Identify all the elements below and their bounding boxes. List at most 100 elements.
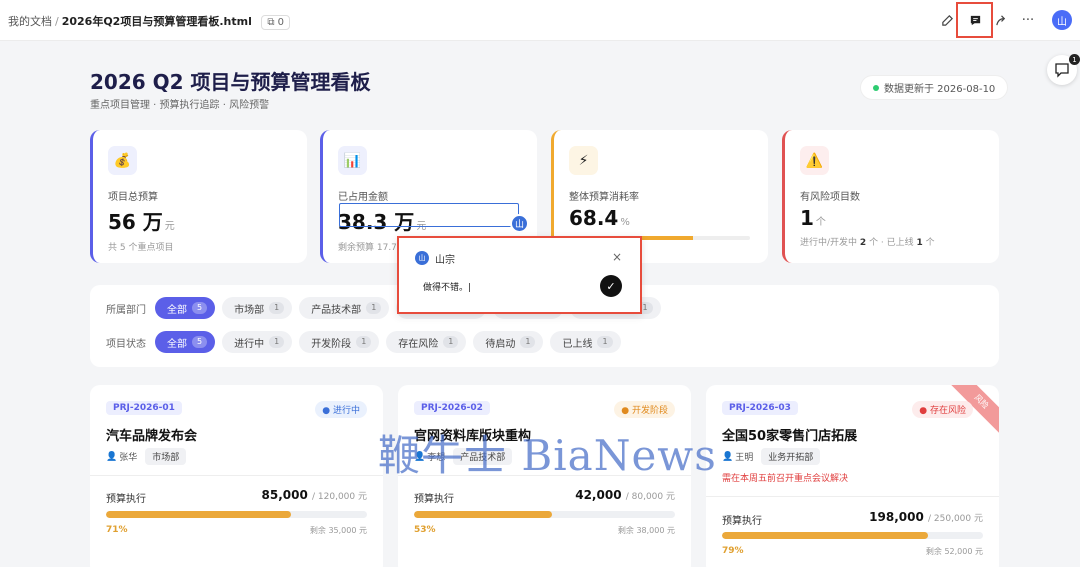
comment-count-badge: 1 xyxy=(1069,54,1080,65)
kpi-label: 有风险项目数 xyxy=(800,192,860,203)
chip-label: 市场部 xyxy=(234,304,265,316)
owner-name: 王明 xyxy=(735,453,754,463)
money-bag-icon: 💰 xyxy=(108,146,137,175)
kpi-label: 整体预算消耗率 xyxy=(569,192,639,203)
comment-selection-highlight[interactable] xyxy=(339,203,519,227)
status-filter-row: 项目状态 全部 5 进行中 1 开发阶段 1 存在风险 1 待启动 1 已上线 1 xyxy=(106,331,628,353)
budget-value: 42,000 / 80,000 元 xyxy=(575,488,675,502)
chip-count: 1 xyxy=(366,302,382,314)
project-name: 全国50家零售门店拓展 xyxy=(722,429,858,444)
budget-value: 198,000 / 250,000 元 xyxy=(869,510,983,524)
page-subtitle: 重点项目管理 · 预算执行追踪 · 风险预警 xyxy=(90,100,270,111)
budget-remaining: 剩余 35,000 元 xyxy=(309,526,367,535)
kpi-value: 56 万元 xyxy=(108,206,307,235)
budget-value: 85,000 / 120,000 元 xyxy=(262,488,368,502)
top-bar: 我的文档/2026年Q2项目与预算管理看板.html ⧉ 0 ··· 山 xyxy=(0,0,1080,41)
person-icon: 👤 xyxy=(106,451,118,462)
dept-tag: 市场部 xyxy=(145,448,187,465)
breadcrumb-separator: / xyxy=(55,15,59,28)
chip-label: 存在风险 xyxy=(398,338,439,350)
breadcrumb-root[interactable]: 我的文档 xyxy=(8,15,52,28)
dept-chip[interactable]: 市场部 1 xyxy=(222,297,293,319)
close-icon[interactable]: × xyxy=(612,250,622,264)
budget-percent: 79% xyxy=(722,546,744,556)
budget-total: / 250,000 元 xyxy=(928,514,983,524)
dept-chip[interactable]: 全部 5 xyxy=(155,297,216,319)
status-filter-label: 项目状态 xyxy=(106,338,146,350)
status-badge: ● 开发阶段 xyxy=(614,401,675,418)
budget-label: 预算执行 xyxy=(722,516,762,527)
dept-chip[interactable]: 产品技术部 1 xyxy=(299,297,390,319)
comment-author-avatar: 山 xyxy=(415,251,429,265)
comment-marker-avatar[interactable]: 山 xyxy=(510,214,529,233)
kpi-label: 已占用金额 xyxy=(338,192,388,203)
watermark: 鞭牛士 BiaNews xyxy=(378,431,717,480)
progress-fill xyxy=(414,511,553,518)
comment-input[interactable]: 做得不错。| xyxy=(423,280,471,293)
budget-percent: 53% xyxy=(414,525,436,535)
share-icon[interactable] xyxy=(991,10,1011,30)
owner-name: 张华 xyxy=(119,453,138,463)
chip-count: 1 xyxy=(443,336,459,348)
page-title: 2026 Q2 项目与预算管理看板 xyxy=(90,70,371,94)
comment-author-name: 山宗 xyxy=(435,255,455,266)
document-name: 2026年Q2项目与预算管理看板.html xyxy=(61,15,252,28)
status-chip[interactable]: 存在风险 1 xyxy=(386,331,467,353)
kpi-value-number: 1 xyxy=(800,206,814,230)
budget-spent: 42,000 xyxy=(575,488,622,502)
project-code: PRJ-2026-02 xyxy=(414,401,490,415)
status-chip[interactable]: 待启动 1 xyxy=(473,331,544,353)
more-icon[interactable]: ··· xyxy=(1018,10,1038,30)
send-comment-button[interactable]: ✓ xyxy=(600,275,622,297)
chip-label: 产品技术部 xyxy=(311,304,362,316)
budget-percent: 71% xyxy=(106,525,128,535)
budget-label: 预算执行 xyxy=(106,494,146,505)
copy-count: 0 xyxy=(277,17,285,28)
kpi-unit: 元 xyxy=(164,221,175,232)
budget-progress-bar xyxy=(106,511,367,518)
edit-icon[interactable] xyxy=(937,10,957,30)
kpi-total-budget: 💰 项目总预算 56 万元 共 5 个重点项目 xyxy=(90,130,307,263)
kpi-note: 共 5 个重点项目 xyxy=(108,243,174,253)
chip-label: 全部 xyxy=(167,304,187,316)
risk-warning: 需在本周五前召开重点会议解决 xyxy=(722,474,849,484)
status-chip[interactable]: 已上线 1 xyxy=(550,331,621,353)
budget-progress-bar xyxy=(722,532,983,539)
user-avatar[interactable]: 山 xyxy=(1052,10,1072,30)
budget-total: / 120,000 元 xyxy=(312,492,367,502)
chip-count: 1 xyxy=(269,336,285,348)
status-chip[interactable]: 开发阶段 1 xyxy=(299,331,380,353)
person-icon: 👤 xyxy=(722,451,734,462)
chip-label: 已上线 xyxy=(562,338,593,350)
kpi-label: 项目总预算 xyxy=(108,192,158,203)
dept-tag: 业务开拓部 xyxy=(761,448,821,465)
status-chip[interactable]: 进行中 1 xyxy=(222,331,293,353)
kpi-value-number: 56 万 xyxy=(108,210,163,234)
update-badge: 数据更新于 2026-08-10 xyxy=(860,75,1009,100)
copy-badge[interactable]: ⧉ 0 xyxy=(261,15,291,30)
project-name: 汽车品牌发布会 xyxy=(106,429,198,444)
budget-remaining: 剩余 52,000 元 xyxy=(925,547,983,556)
progress-fill xyxy=(106,511,292,518)
dept-filter-label: 所属部门 xyxy=(106,304,146,316)
budget-spent: 85,000 xyxy=(261,488,308,502)
chat-icon xyxy=(1055,63,1069,78)
chip-label: 开发阶段 xyxy=(311,338,352,350)
kpi-risk-projects: ⚠️ 有风险项目数 1个 进行中/开发中 2 个 · 已上线 1 个 xyxy=(782,130,999,263)
divider xyxy=(706,496,999,497)
divider xyxy=(90,475,383,476)
chip-count: 1 xyxy=(597,336,613,348)
chip-count: 5 xyxy=(192,336,208,348)
project-owner: 👤 王明 业务开拓部 xyxy=(722,448,821,465)
project-card[interactable]: 风险 PRJ-2026-03 ● 存在风险 全国50家零售门店拓展 👤 王明 业务开… xyxy=(706,385,999,567)
chip-count: 5 xyxy=(192,302,208,314)
budget-progress-bar xyxy=(414,511,675,518)
project-card[interactable]: PRJ-2026-01 ● 进行中 汽车品牌发布会 👤 张华 市场部 预算执行 85… xyxy=(90,385,383,567)
budget-remaining: 剩余 38,000 元 xyxy=(617,526,675,535)
status-chip[interactable]: 全部 5 xyxy=(155,331,216,353)
status-badge: ● 进行中 xyxy=(315,401,367,418)
update-text: 数据更新于 2026-08-10 xyxy=(884,84,996,95)
budget-label: 预算执行 xyxy=(414,494,454,505)
chip-label: 全部 xyxy=(167,338,187,350)
breadcrumb: 我的文档/2026年Q2项目与预算管理看板.html ⧉ 0 xyxy=(8,13,291,30)
